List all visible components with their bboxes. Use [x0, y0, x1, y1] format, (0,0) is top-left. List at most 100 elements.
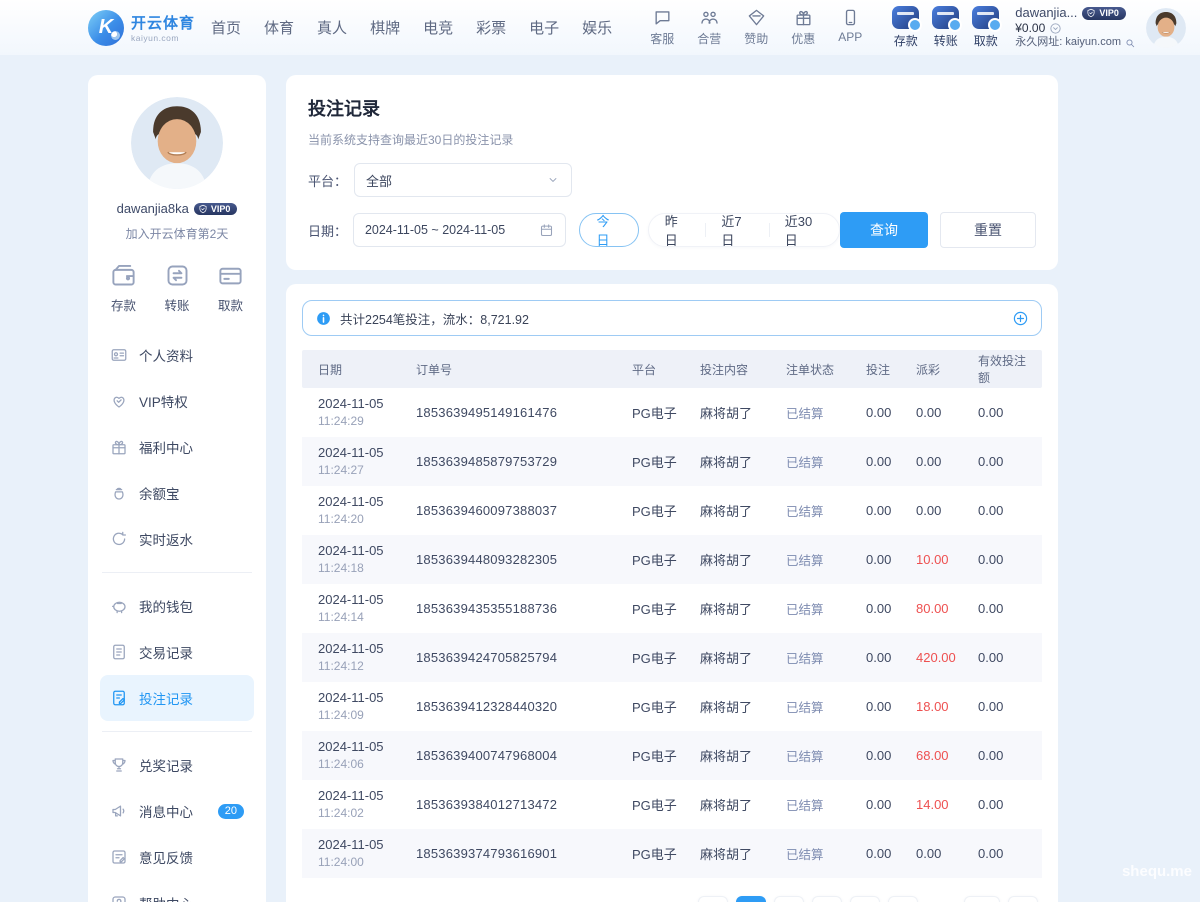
table-row[interactable]: 2024-11-0511:24:181853639448093282305PG电…: [302, 535, 1042, 584]
cell-date: 2024-11-0511:24:09: [302, 689, 410, 724]
table-header-cell: 有效投注额: [972, 352, 1042, 386]
calendar-icon: [539, 223, 554, 238]
sidebar-item-vip[interactable]: VIP特权: [100, 378, 254, 424]
page-next-button[interactable]: [1008, 896, 1038, 902]
page-button-4[interactable]: 4: [850, 896, 880, 902]
table-row[interactable]: 2024-11-0511:24:121853639424705825794PG电…: [302, 633, 1042, 682]
sidebar-item-label: 投注记录: [139, 688, 193, 708]
sidebar-item-label: 余额宝: [139, 483, 180, 503]
sidebar-item-doc[interactable]: 交易记录: [100, 629, 254, 675]
sidebar-item-docpen[interactable]: 投注记录: [100, 675, 254, 721]
table-row[interactable]: 2024-11-0511:24:021853639384012713472PG电…: [302, 780, 1042, 829]
card-icon: [217, 262, 244, 289]
table-row[interactable]: 2024-11-0511:24:141853639435355188736PG电…: [302, 584, 1042, 633]
nav-item-电子[interactable]: 电子: [529, 17, 559, 38]
nav-withdraw-card[interactable]: 取款: [972, 6, 999, 49]
platform-select[interactable]: 全部: [354, 163, 572, 197]
nav-people[interactable]: 合营: [693, 8, 725, 47]
cell-order: 1853639400747968004: [410, 748, 626, 763]
reset-button[interactable]: 重置: [940, 212, 1036, 248]
nav-item-彩票[interactable]: 彩票: [476, 17, 506, 38]
quick-date-group: 昨日近7日近30日: [648, 213, 840, 247]
magnifier-icon[interactable]: [1124, 37, 1136, 49]
cell-bet: 0.00: [860, 699, 910, 714]
sidebar-item-label: 我的钱包: [139, 596, 193, 616]
sidebar-action-transfer[interactable]: 转账: [164, 262, 191, 314]
page-button-5[interactable]: 5: [888, 896, 918, 902]
cell-content: 麻将胡了: [694, 452, 780, 471]
nav-phone[interactable]: APP: [834, 8, 866, 47]
nav-item-体育[interactable]: 体育: [264, 17, 294, 38]
user-avatar[interactable]: [1146, 8, 1186, 48]
page-prev-button[interactable]: [698, 896, 728, 902]
quick-date-3[interactable]: 近30日: [769, 211, 839, 249]
brand-domain: kaiyun.com: [131, 33, 195, 43]
quick-date-buttons: 今日昨日近7日近30日: [579, 213, 840, 247]
quick-date-2[interactable]: 近7日: [705, 211, 768, 249]
cell-date: 2024-11-0511:24:29: [302, 395, 410, 430]
cell-platform: PG电子: [626, 697, 694, 716]
nav-item-娱乐[interactable]: 娱乐: [582, 17, 612, 38]
nav-username[interactable]: dawanjia...: [1015, 5, 1077, 21]
cell-platform: PG电子: [626, 648, 694, 667]
table-row[interactable]: 2024-11-0511:24:271853639485879753729PG电…: [302, 437, 1042, 486]
nav-chat[interactable]: 客服: [646, 8, 678, 47]
nav-item-棋牌[interactable]: 棋牌: [370, 17, 400, 38]
sidebar-item-label: 消息中心: [139, 801, 193, 821]
refresh-balance-icon[interactable]: [1049, 22, 1062, 35]
sidebar-item-help[interactable]: 帮助中心: [100, 880, 254, 902]
nav-item-真人[interactable]: 真人: [317, 17, 347, 38]
page-button-3[interactable]: 3: [812, 896, 842, 902]
sidebar-quick-actions: 存款 转账取款: [100, 262, 254, 314]
sidebar-item-gift[interactable]: 福利中心: [100, 424, 254, 470]
page-subtitle: 当前系统支持查询最近30日的投注记录: [308, 131, 1036, 148]
table-row[interactable]: 2024-11-0511:24:001853639374793616901PG电…: [302, 829, 1042, 878]
table-row[interactable]: 2024-11-0511:24:201853639460097388037PG电…: [302, 486, 1042, 535]
sidebar-item-refresh[interactable]: 实时返水: [100, 516, 254, 562]
nav-deposit-card[interactable]: 存款: [892, 6, 919, 49]
sidebar-item-megaphone[interactable]: 消息中心20: [100, 788, 254, 834]
sidebar-action-card[interactable]: 取款: [217, 262, 244, 314]
cell-bet: 0.00: [860, 846, 910, 861]
sidebar-item-pot[interactable]: 余额宝: [100, 470, 254, 516]
expand-plus-icon[interactable]: [1012, 310, 1029, 327]
nav-item-电竞[interactable]: 电竞: [423, 17, 453, 38]
cell-content: 麻将胡了: [694, 550, 780, 569]
sidebar-item-idcard[interactable]: 个人资料: [100, 332, 254, 378]
brand-name: 开云体育: [131, 12, 195, 33]
nav-transfer-card[interactable]: 转账: [932, 6, 959, 49]
cell-valid: 0.00: [972, 601, 1042, 616]
nav-diamond[interactable]: 赞助: [740, 8, 772, 47]
page-button-226[interactable]: 226: [964, 896, 1000, 902]
quick-date-1[interactable]: 昨日: [649, 211, 706, 249]
quick-date-today[interactable]: 今日: [579, 213, 638, 247]
cell-content: 麻将胡了: [694, 501, 780, 520]
sidebar-action-wallet[interactable]: 存款: [110, 262, 137, 314]
nav-item-首页[interactable]: 首页: [211, 17, 241, 38]
phone-icon: [841, 8, 860, 27]
sidebar-item-trophy[interactable]: 兑奖记录: [100, 742, 254, 788]
brand-logo[interactable]: K 开云体育 kaiyun.com: [88, 10, 195, 46]
cell-status: 已结算: [780, 550, 860, 569]
sidebar-action-label: 存款: [111, 295, 136, 314]
cell-payout: 18.00: [910, 699, 972, 714]
sidebar-item-feedback[interactable]: 意见反馈: [100, 834, 254, 880]
date-range-input[interactable]: 2024-11-05 ~ 2024-11-05: [353, 213, 567, 247]
gift-icon: [110, 438, 128, 456]
table-row[interactable]: 2024-11-0511:24:091853639412328440320PG电…: [302, 682, 1042, 731]
cell-date: 2024-11-0511:24:27: [302, 444, 410, 479]
cell-payout: 68.00: [910, 748, 972, 763]
table-row[interactable]: 2024-11-0511:24:291853639495149161476PG电…: [302, 388, 1042, 437]
query-button[interactable]: 查询: [840, 212, 928, 248]
cell-bet: 0.00: [860, 405, 910, 420]
sidebar-avatar[interactable]: [131, 97, 223, 189]
page-button-1[interactable]: 1: [736, 896, 766, 902]
page-button-2[interactable]: 2: [774, 896, 804, 902]
cell-payout: 0.00: [910, 405, 972, 420]
nav-gift[interactable]: 优惠: [787, 8, 819, 47]
cell-payout: 0.00: [910, 846, 972, 861]
records-table: 日期订单号平台投注内容注单状态投注派彩有效投注额 2024-11-0511:24…: [302, 350, 1042, 878]
table-row[interactable]: 2024-11-0511:24:061853639400747968004PG电…: [302, 731, 1042, 780]
sidebar-item-piggy[interactable]: 我的钱包: [100, 583, 254, 629]
brand-logo-icon: K: [88, 10, 124, 46]
